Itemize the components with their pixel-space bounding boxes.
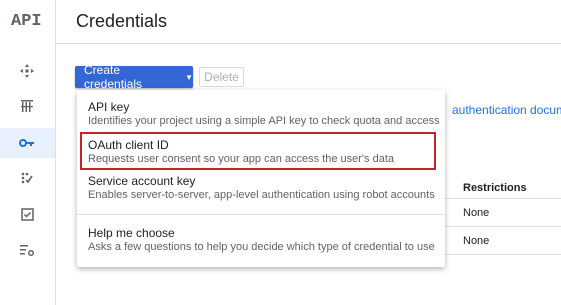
consent-icon[interactable] — [15, 202, 39, 226]
menu-item-service-account-key-desc: Enables server-to-server, app-level auth… — [88, 189, 435, 201]
top-bar: Credentials — [56, 0, 561, 44]
menu-item-api-key[interactable]: API key — [88, 100, 129, 114]
chevron-down-icon: ▼ — [185, 72, 193, 82]
menu-item-help-me-choose[interactable]: Help me choose — [88, 226, 175, 240]
menu-item-api-key-desc: Identifies your project using a simple A… — [88, 115, 440, 127]
restrictions-cell: None — [463, 207, 490, 219]
page-title: Credentials — [76, 11, 168, 31]
create-credentials-menu: API key Identifies your project using a … — [77, 90, 445, 267]
key-icon[interactable] — [15, 131, 39, 155]
domain-verification-icon[interactable] — [15, 166, 39, 190]
library-icon[interactable] — [15, 94, 39, 118]
restrictions-column-header: Restrictions — [463, 182, 527, 194]
highlight-box — [80, 132, 436, 170]
authentication-docs-link[interactable]: authentication docume — [452, 103, 561, 117]
create-credentials-label: Create credentials — [84, 63, 143, 91]
settings-icon[interactable] — [15, 238, 39, 262]
table-divider — [445, 226, 561, 227]
table-divider — [445, 254, 561, 255]
sidebar: API — [0, 0, 56, 305]
dashboard-icon[interactable] — [15, 59, 39, 83]
create-credentials-button[interactable]: Create credentials ▼ — [75, 63, 193, 91]
restrictions-cell: None — [463, 235, 490, 247]
menu-item-service-account-key[interactable]: Service account key — [88, 174, 195, 188]
menu-item-help-me-choose-desc: Asks a few questions to help you decide … — [88, 241, 435, 253]
table-divider — [445, 198, 561, 199]
api-logo: API — [11, 12, 42, 31]
delete-button[interactable]: Delete — [199, 67, 244, 87]
menu-divider — [77, 214, 445, 215]
